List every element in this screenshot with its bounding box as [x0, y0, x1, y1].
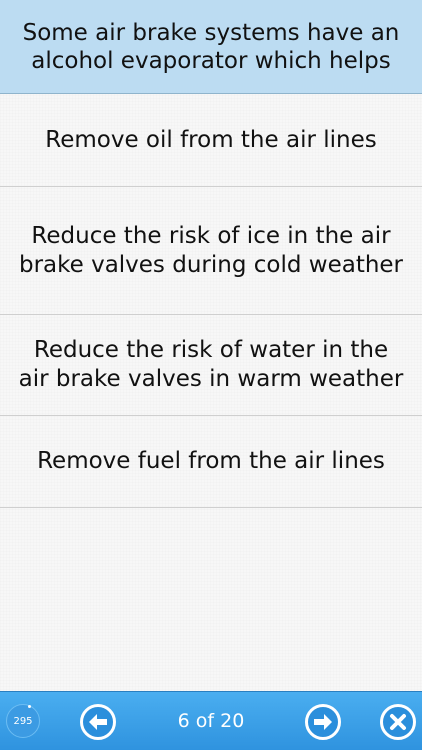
answer-label: Reduce the risk of ice in the air brake …	[18, 222, 404, 278]
page-indicator: 6 of 20	[177, 710, 245, 732]
answer-option-1[interactable]: Remove oil from the air lines	[0, 94, 422, 187]
right-arrow-icon	[314, 714, 332, 730]
answer-label: Remove fuel from the air lines	[37, 448, 385, 474]
answer-option-4[interactable]: Remove fuel from the air lines	[0, 416, 422, 508]
question-header: Some air brake systems have an alcohol e…	[0, 0, 422, 94]
question-text: Some air brake systems have an alcohol e…	[22, 19, 400, 74]
answer-label: Remove oil from the air lines	[45, 126, 377, 153]
question-counter-badge: 295	[6, 704, 40, 738]
close-icon	[390, 714, 406, 730]
counter-value: 295	[13, 715, 33, 727]
close-button[interactable]	[380, 704, 416, 740]
answer-option-2[interactable]: Reduce the risk of ice in the air brake …	[0, 187, 422, 315]
answer-option-3[interactable]: Reduce the risk of water in the air brak…	[0, 315, 422, 416]
counter-dot	[28, 705, 31, 708]
bottom-toolbar: 295 6 of 20	[0, 691, 422, 750]
previous-button[interactable]	[80, 704, 116, 740]
answer-label: Reduce the risk of water in the air brak…	[18, 337, 404, 392]
left-arrow-icon	[89, 714, 107, 730]
next-button[interactable]	[305, 704, 341, 740]
